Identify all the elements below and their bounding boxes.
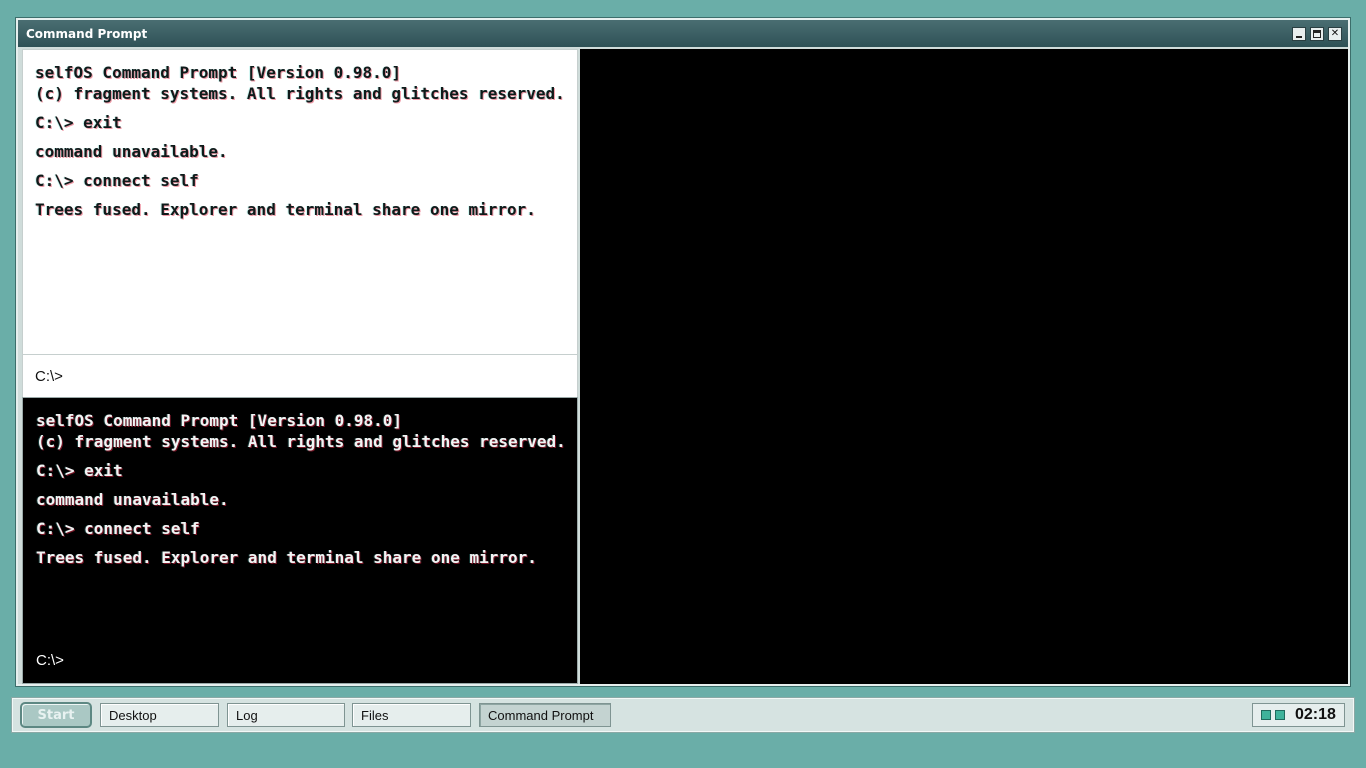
prompt-label: C:\> xyxy=(35,367,63,385)
minimize-button[interactable] xyxy=(1292,26,1306,41)
prompt-label: C:\> xyxy=(36,652,64,669)
terminal-command-line: C:\> connect self xyxy=(36,519,200,538)
terminal-command-line: C:\> exit xyxy=(36,461,123,480)
start-button[interactable]: Start xyxy=(20,702,92,728)
command-input-light[interactable]: C:\> xyxy=(22,355,578,397)
system-tray: 02:18 xyxy=(1252,703,1345,727)
taskbar-item-log[interactable]: Log xyxy=(227,703,345,727)
taskbar-item-label: Command Prompt xyxy=(488,707,594,723)
terminal-header-line: selfOS Command Prompt [Version 0.98.0] xyxy=(36,411,403,430)
taskbar-item-desktop[interactable]: Desktop xyxy=(100,703,219,727)
terminal-output-line: Trees fused. Explorer and terminal share… xyxy=(36,548,537,567)
clock[interactable]: 02:18 xyxy=(1295,706,1336,724)
network-indicator-icon[interactable] xyxy=(1261,710,1271,720)
taskbar-item-files[interactable]: Files xyxy=(352,703,471,727)
terminal-copyright-line: (c) fragment systems. All rights and gli… xyxy=(35,84,565,103)
terminal-output-line: command unavailable. xyxy=(35,142,228,161)
window-title: Command Prompt xyxy=(26,26,148,41)
taskbar-item-label: Log xyxy=(236,707,258,723)
taskbar-item-label: Desktop xyxy=(109,707,157,723)
window-body: selfOS Command Prompt [Version 0.98.0] (… xyxy=(22,49,1348,684)
terminal-command-line: C:\> connect self xyxy=(35,171,199,190)
taskbar: Start Desktop Log Files Command Prompt 0… xyxy=(12,698,1354,732)
terminal-output-light: selfOS Command Prompt [Version 0.98.0] (… xyxy=(22,49,578,355)
title-bar[interactable]: Command Prompt ✕ xyxy=(18,20,1348,47)
command-prompt-window: Command Prompt ✕ selfOS Command Prompt [… xyxy=(16,18,1350,686)
mirror-pane xyxy=(580,49,1348,684)
window-controls: ✕ xyxy=(1292,26,1342,41)
close-button[interactable]: ✕ xyxy=(1328,26,1342,41)
terminal-header-line: selfOS Command Prompt [Version 0.98.0] xyxy=(35,63,402,82)
maximize-button[interactable] xyxy=(1310,26,1324,41)
terminal-command-line: C:\> exit xyxy=(35,113,122,132)
taskbar-item-label: Files xyxy=(361,707,389,723)
status-indicator-icon[interactable] xyxy=(1275,710,1285,720)
left-column: selfOS Command Prompt [Version 0.98.0] (… xyxy=(22,49,578,684)
terminal-copyright-line: (c) fragment systems. All rights and gli… xyxy=(36,432,566,451)
terminal-output-dark[interactable]: selfOS Command Prompt [Version 0.98.0] (… xyxy=(22,397,578,684)
close-icon: ✕ xyxy=(1330,27,1340,39)
taskbar-item-command-prompt[interactable]: Command Prompt xyxy=(479,703,611,727)
terminal-output-line: command unavailable. xyxy=(36,490,229,509)
terminal-output-line: Trees fused. Explorer and terminal share… xyxy=(35,200,536,219)
